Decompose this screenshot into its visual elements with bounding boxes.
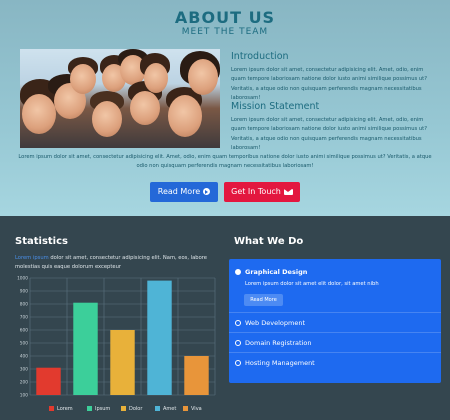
services-accordion: Graphical Design Lorem ipsum dolor sit a… <box>229 259 441 383</box>
legend-swatch <box>121 406 126 411</box>
bar-dolor <box>110 330 135 395</box>
y-tick-label: 700 <box>20 315 28 321</box>
accordion-label: Domain Registration <box>245 339 312 347</box>
accordion-item-hosting-management[interactable]: Hosting Management <box>229 353 441 373</box>
statistics-bar-chart: 100 200 300 400 500 600 700 800 900 1000 Lorem Ipsu… <box>17 276 216 412</box>
accordion-label: Web Development <box>245 319 305 327</box>
dot-outline-icon <box>235 360 241 366</box>
team-photo <box>20 49 220 148</box>
bar-ipsum <box>73 302 98 395</box>
y-tick-label: 500 <box>20 341 28 347</box>
about-paragraph: Lorem ipsum dolor sit amet, consectetur … <box>18 154 432 170</box>
accordion-body-text: Lorem ipsum dolor sit amet elit dolor, s… <box>245 281 379 287</box>
y-tick-label: 100 <box>20 393 28 399</box>
about-section: ABOUT US MEET THE TEAM Introduction Lore… <box>0 0 450 216</box>
y-tick-label: 1000 <box>17 276 28 282</box>
statistics-text-highlight: Lorem ipsum <box>15 255 49 261</box>
read-more-button[interactable]: Read More <box>150 182 218 202</box>
y-tick-label: 600 <box>20 328 28 334</box>
read-more-label: Read More <box>157 187 201 196</box>
y-tick-label: 400 <box>20 354 28 360</box>
mission-heading: Mission Statement <box>231 101 320 112</box>
y-tick-label: 300 <box>20 367 28 373</box>
legend-label: Ipsum <box>95 406 110 412</box>
y-tick-label: 800 <box>20 302 28 308</box>
mission-text: Lorem ipsum dolor sit amet, consectetur … <box>231 117 427 152</box>
envelope-icon <box>283 189 293 195</box>
legend-swatch <box>87 406 92 411</box>
dot-filled-icon <box>235 269 241 275</box>
dot-outline-icon <box>235 320 241 326</box>
statistics-heading: Statistics <box>15 236 68 247</box>
intro-heading: Introduction <box>231 51 289 62</box>
about-subtitle: MEET THE TEAM <box>181 27 269 37</box>
accordion-label: Hosting Management <box>245 359 315 367</box>
accordion-item-web-development[interactable]: Web Development <box>229 313 441 333</box>
bar-viva <box>184 356 209 395</box>
legend-label: Lorem <box>57 406 73 412</box>
y-tick-label: 900 <box>20 289 28 295</box>
dot-outline-icon <box>235 340 241 346</box>
accordion-read-more-button[interactable]: Read More <box>244 294 283 306</box>
bar-lorem <box>36 367 61 395</box>
legend-swatch <box>155 406 160 411</box>
bar-amet <box>147 280 172 395</box>
legend-swatch <box>183 406 188 411</box>
get-in-touch-label: Get In Touch <box>231 187 281 196</box>
accordion-label: Graphical Design <box>245 268 308 276</box>
what-we-do-heading: What We Do <box>234 236 304 247</box>
about-title: ABOUT US <box>174 8 276 27</box>
legend-label: Dolor <box>129 406 143 412</box>
legend-swatch <box>49 406 54 411</box>
intro-text: Lorem ipsum dolor sit amet, consectetur … <box>231 67 427 102</box>
legend-label: Viva <box>191 406 202 412</box>
y-tick-label: 200 <box>20 380 28 386</box>
statistics-text: Lorem ipsum dolor sit amet, consectetur … <box>15 254 220 271</box>
get-in-touch-button[interactable]: Get In Touch <box>224 182 300 202</box>
arrow-circle-right-icon <box>203 188 211 195</box>
legend-label: Amet <box>163 406 176 412</box>
accordion-item-domain-registration[interactable]: Domain Registration <box>229 333 441 353</box>
